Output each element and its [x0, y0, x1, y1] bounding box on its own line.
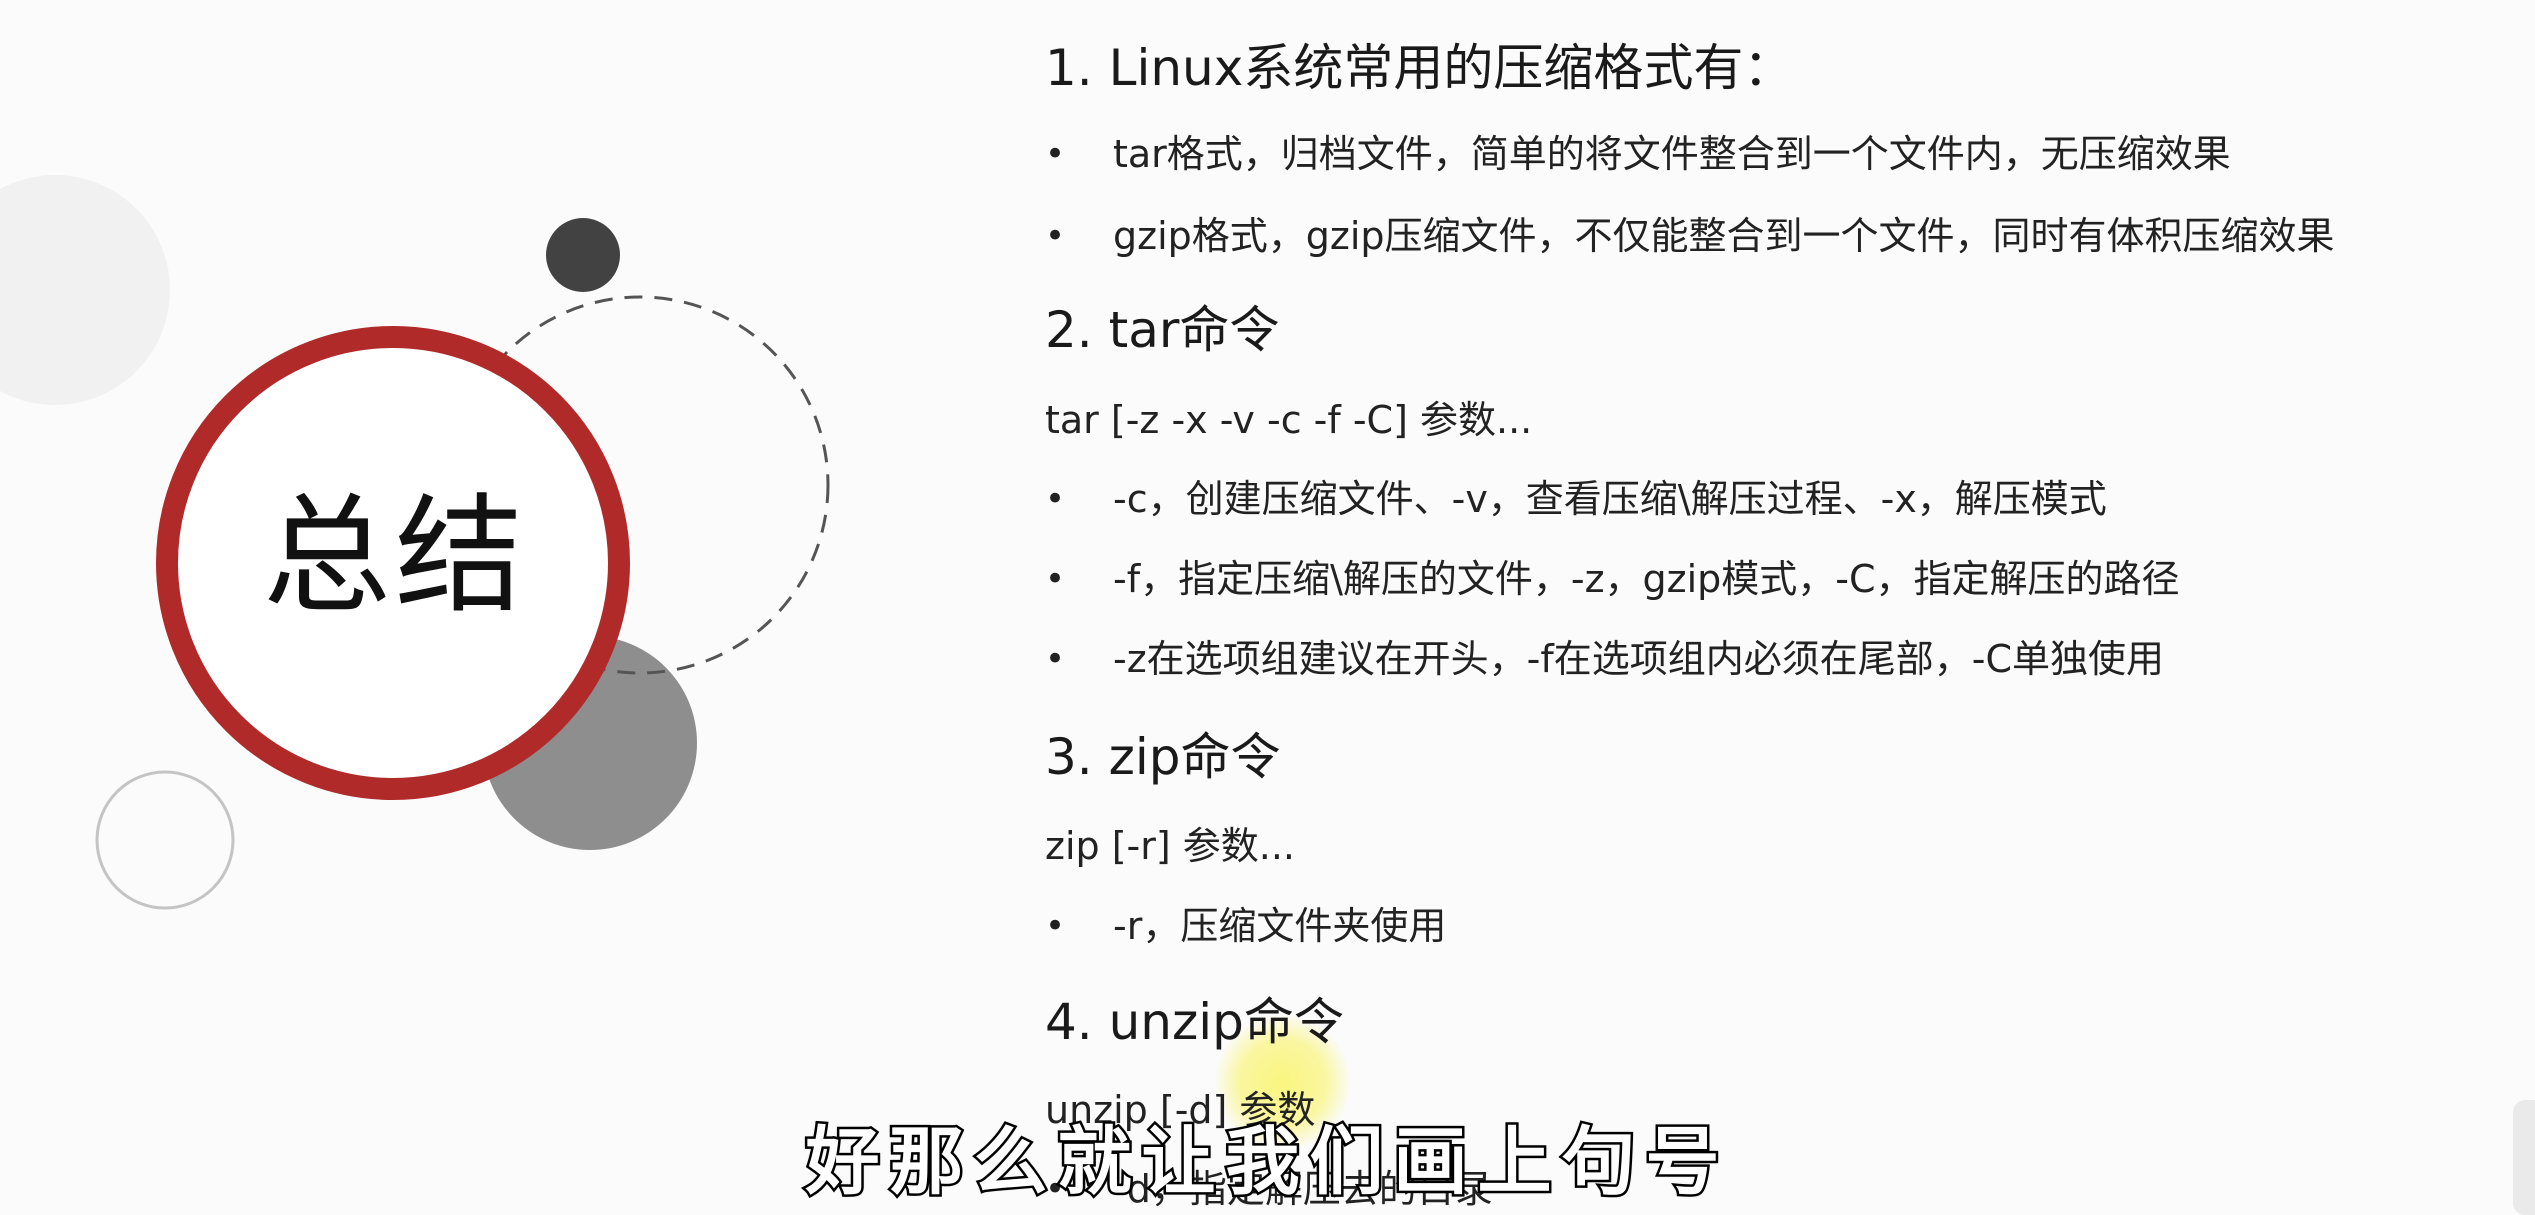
- list-item-text: -r，压缩文件夹使用: [1113, 904, 1447, 948]
- command-syntax: tar [-z -x -v -c -f -C] 参数...: [1045, 398, 1533, 442]
- dark-dot: [546, 218, 620, 292]
- section-heading: 2. tar命令: [1045, 301, 1280, 359]
- outline-circle: [95, 770, 235, 910]
- list-item-text: -c，创建压缩文件、-v，查看压缩\解压过程、-x，解压模式: [1113, 477, 2107, 521]
- bullet-dot: •: [1045, 906, 1066, 946]
- list-item-text: tar格式，归档文件，简单的将文件整合到一个文件内，无压缩效果: [1113, 132, 2231, 176]
- list-item-text: -f，指定压缩\解压的文件，-z，gzip模式，-C，指定解压的路径: [1113, 557, 2180, 601]
- summary-content: 1. Linux系统常用的压缩格式有： • tar格式，归档文件，简单的将文件整…: [1045, 0, 2525, 1215]
- list-item: • -c，创建压缩文件、-v，查看压缩\解压过程、-x，解压模式: [1045, 473, 2525, 525]
- list-item: • tar格式，归档文件，简单的将文件整合到一个文件内，无压缩效果: [1045, 128, 2525, 180]
- scroll-edge-tab[interactable]: [2513, 1100, 2535, 1215]
- command-syntax: zip [-r] 参数...: [1045, 824, 1296, 868]
- summary-title: 总结: [262, 482, 527, 631]
- list-item-text: -z在选项组建议在开头，-f在选项组内必须在尾部，-C单独使用: [1113, 637, 2164, 681]
- bullet-dot: •: [1045, 559, 1066, 599]
- list-item: • -z在选项组建议在开头，-f在选项组内必须在尾部，-C单独使用: [1045, 633, 2525, 685]
- bullet-dot: •: [1045, 134, 1066, 174]
- bullet-dot: •: [1045, 216, 1066, 256]
- bullet-dot: •: [1045, 639, 1066, 679]
- bullet-dot: •: [1045, 479, 1066, 519]
- list-item: • -r，压缩文件夹使用: [1045, 900, 2525, 952]
- video-subtitle: 好那么就让我们画上句号: [803, 1118, 1730, 1207]
- list-item: • -f，指定压缩\解压的文件，-z，gzip模式，-C，指定解压的路径: [1045, 553, 2525, 605]
- section-heading: 3. zip命令: [1045, 728, 1281, 786]
- faint-circle: [0, 175, 170, 405]
- list-item-text: gzip格式，gzip压缩文件，不仅能整合到一个文件，同时有体积压缩效果: [1113, 214, 2335, 258]
- section-heading: 1. Linux系统常用的压缩格式有：: [1045, 39, 1794, 97]
- list-item: • gzip格式，gzip压缩文件，不仅能整合到一个文件，同时有体积压缩效果: [1045, 210, 2525, 262]
- slide: 总结 1. Linux系统常用的压缩格式有： • tar格式，归档文件，简单的将…: [0, 0, 2535, 1215]
- section-heading: 4. unzip命令: [1045, 993, 1344, 1051]
